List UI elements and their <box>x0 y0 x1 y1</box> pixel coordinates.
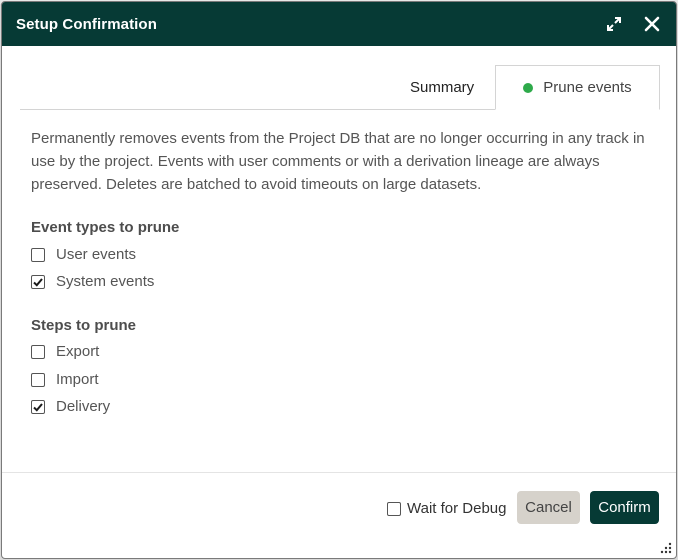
tab-prune-events-label: Prune events <box>543 79 632 96</box>
checkbox-box[interactable] <box>31 247 45 262</box>
checkbox-label: Delivery <box>56 398 111 415</box>
tab-prune-events[interactable]: Prune events <box>495 65 660 110</box>
checkmark-icon <box>33 402 43 412</box>
checkbox-system-events[interactable]: System events <box>31 273 154 290</box>
checkbox-delivery[interactable]: Delivery <box>31 398 110 415</box>
tab-summary[interactable]: Summary <box>395 65 495 109</box>
titlebar-actions <box>604 14 662 34</box>
checkbox-box-checked[interactable] <box>31 399 45 414</box>
steps-heading: Steps to prune <box>31 317 137 334</box>
dialog-title: Setup Confirmation <box>16 15 157 33</box>
checkbox-box[interactable] <box>387 501 401 516</box>
close-icon[interactable] <box>642 14 662 34</box>
checkbox-box-checked[interactable] <box>31 274 45 289</box>
checkbox-box[interactable] <box>31 372 45 387</box>
dialog-footer: Wait for Debug Cancel Confirm <box>2 472 676 558</box>
checkbox-label: System events <box>56 273 155 290</box>
event-types-heading: Event types to prune <box>31 219 180 236</box>
wait-for-debug-toggle[interactable]: Wait for Debug <box>387 500 507 517</box>
confirm-button[interactable]: Confirm <box>590 491 659 524</box>
checkbox-user-events[interactable]: User events <box>31 246 136 263</box>
checkbox-export[interactable]: Export <box>31 343 99 360</box>
prune-content: Permanently removes events from the Proj… <box>31 127 648 196</box>
checkbox-box[interactable] <box>31 344 45 359</box>
checkbox-label: Import <box>56 371 99 388</box>
dialog-titlebar: Setup Confirmation <box>2 2 676 46</box>
checkbox-label: User events <box>56 246 137 263</box>
checkmark-icon <box>33 277 43 287</box>
checkbox-label: Export <box>56 343 100 360</box>
status-dot-icon <box>523 82 534 93</box>
cancel-button[interactable]: Cancel <box>517 491 580 524</box>
tab-bar: Summary Prune events <box>20 65 660 110</box>
resize-grip-icon[interactable] <box>660 542 672 554</box>
checkbox-import[interactable]: Import <box>31 371 99 388</box>
prune-description: Permanently removes events from the Proj… <box>31 130 645 193</box>
tab-summary-label: Summary <box>410 78 475 96</box>
setup-confirmation-dialog: Setup Confirmation Summary Prune events … <box>1 1 677 559</box>
wait-for-debug-label: Wait for Debug <box>407 500 507 517</box>
expand-icon[interactable] <box>604 14 624 34</box>
